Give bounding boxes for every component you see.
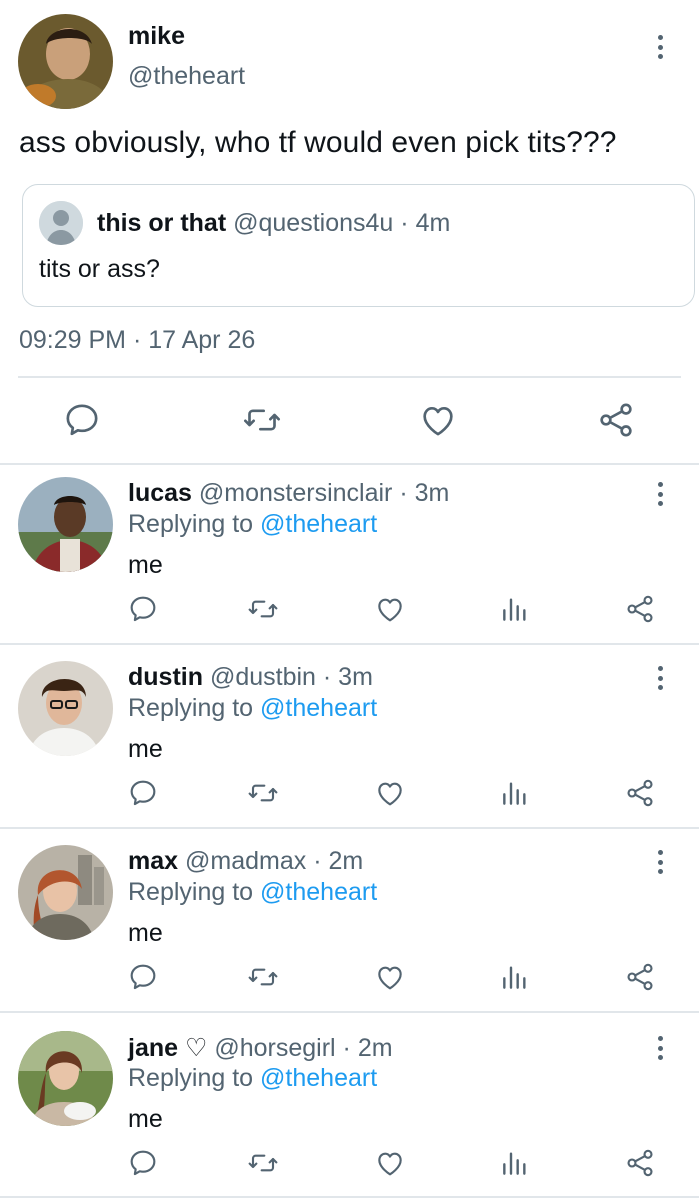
reply-author-name[interactable]: max [128, 847, 178, 875]
share-icon[interactable] [624, 961, 656, 993]
reply-author-name[interactable]: dustin [128, 663, 203, 691]
reply-author-line: max @madmax · 2m [128, 847, 363, 876]
default-avatar-icon [39, 201, 83, 245]
avatar[interactable] [18, 477, 113, 572]
mention-link[interactable]: @theheart [260, 878, 377, 906]
divider [0, 1196, 699, 1198]
divider [18, 376, 681, 378]
reply-tweet[interactable]: max @madmax · 2m Replying to @theheart m… [0, 833, 699, 1017]
views-icon[interactable] [499, 593, 531, 625]
reply-icon[interactable] [127, 961, 159, 993]
replying-to-label: Replying to [128, 1064, 254, 1092]
reply-actions [0, 961, 699, 993]
quoted-author-handle: @questions4u [233, 209, 394, 237]
replying-to: Replying to @theheart [128, 694, 377, 723]
divider [0, 643, 699, 645]
quoted-author-line: this or that @questions4u · 4m [97, 209, 450, 238]
avatar[interactable] [18, 661, 113, 756]
more-options-icon[interactable] [650, 663, 670, 693]
reply-icon[interactable] [62, 400, 102, 440]
separator-dot: · [392, 479, 415, 507]
tweet-text: ass obviously, who tf would even pick ti… [19, 126, 617, 159]
reply-author-name[interactable]: lucas [128, 479, 192, 507]
avatar[interactable] [18, 14, 113, 109]
reply-tweet[interactable]: jane ♡ @horsegirl · 2m Replying to @theh… [0, 1019, 699, 1200]
reply-icon[interactable] [127, 593, 159, 625]
quoted-author-name: this or that [97, 209, 227, 237]
quoted-tweet[interactable]: this or that @questions4u · 4m tits or a… [22, 184, 695, 307]
replying-to-label: Replying to [128, 694, 254, 722]
like-icon[interactable] [374, 593, 406, 625]
replying-to: Replying to @theheart [128, 878, 377, 907]
reply-author-line: lucas @monstersinclair · 3m [128, 479, 449, 508]
like-icon[interactable] [418, 400, 458, 440]
reply-tweet[interactable]: dustin @dustbin · 3m Replying to @thehea… [0, 649, 699, 833]
avatar[interactable] [18, 1031, 113, 1126]
more-options-icon[interactable] [650, 847, 670, 877]
main-tweet: mike @theheart ass obviously, who tf wou… [0, 0, 699, 463]
avatar[interactable] [18, 845, 113, 940]
tweet-actions [0, 400, 699, 440]
views-icon[interactable] [499, 961, 531, 993]
reply-author-handle[interactable]: @monstersinclair [199, 479, 392, 507]
reply-author-handle[interactable]: @madmax [185, 847, 306, 875]
reply-text: me [128, 551, 163, 579]
separator-dot: · [335, 1034, 358, 1062]
author-handle[interactable]: @theheart [128, 62, 245, 91]
reply-actions [0, 1147, 699, 1179]
replying-to-label: Replying to [128, 878, 254, 906]
replying-to: Replying to @theheart [128, 1064, 377, 1093]
more-options-icon[interactable] [650, 32, 670, 62]
reply-actions [0, 593, 699, 625]
separator-dot: · [315, 663, 339, 691]
views-icon[interactable] [499, 777, 531, 809]
divider [0, 1011, 699, 1013]
reply-time: 2m [357, 1034, 393, 1062]
quoted-text: tits or ass? [39, 255, 160, 283]
reply-text: me [128, 735, 163, 763]
reply-tweet[interactable]: lucas @monstersinclair · 3m Replying to … [0, 465, 699, 649]
reply-author-handle[interactable]: @horsegirl [214, 1034, 335, 1062]
reply-author-handle[interactable]: @dustbin [210, 663, 316, 691]
reply-text: me [128, 1105, 163, 1133]
separator-dot: · [393, 209, 416, 237]
reply-actions [0, 777, 699, 809]
separator-dot: · [306, 847, 329, 875]
more-options-icon[interactable] [650, 479, 670, 509]
share-icon[interactable] [596, 400, 636, 440]
share-icon[interactable] [624, 777, 656, 809]
like-icon[interactable] [374, 961, 406, 993]
reply-author-line: dustin @dustbin · 3m [128, 663, 373, 692]
reply-text: me [128, 919, 163, 947]
retweet-icon[interactable] [247, 1147, 279, 1179]
retweet-icon[interactable] [247, 961, 279, 993]
tweet-timestamp[interactable]: 09:29 PM · 17 Apr 26 [19, 326, 255, 355]
reply-icon[interactable] [127, 1147, 159, 1179]
reply-time: 3m [338, 663, 373, 691]
like-icon[interactable] [374, 1147, 406, 1179]
quoted-time: 4m [415, 209, 451, 237]
divider [0, 827, 699, 829]
mention-link[interactable]: @theheart [260, 694, 377, 722]
retweet-icon[interactable] [247, 777, 279, 809]
share-icon[interactable] [624, 593, 656, 625]
replying-to-label: Replying to [128, 510, 254, 538]
mention-link[interactable]: @theheart [260, 1064, 377, 1092]
replying-to: Replying to @theheart [128, 510, 377, 539]
author-name[interactable]: mike [128, 22, 185, 51]
like-icon[interactable] [374, 777, 406, 809]
reply-time: 3m [414, 479, 450, 507]
retweet-icon[interactable] [242, 400, 282, 440]
retweet-icon[interactable] [247, 593, 279, 625]
reply-icon[interactable] [127, 777, 159, 809]
share-icon[interactable] [624, 1147, 656, 1179]
mention-link[interactable]: @theheart [260, 510, 377, 538]
views-icon[interactable] [499, 1147, 531, 1179]
reply-time: 2m [328, 847, 364, 875]
reply-author-line: jane ♡ @horsegirl · 2m [128, 1033, 393, 1063]
more-options-icon[interactable] [650, 1033, 670, 1063]
reply-author-name[interactable]: jane ♡ [128, 1034, 207, 1062]
